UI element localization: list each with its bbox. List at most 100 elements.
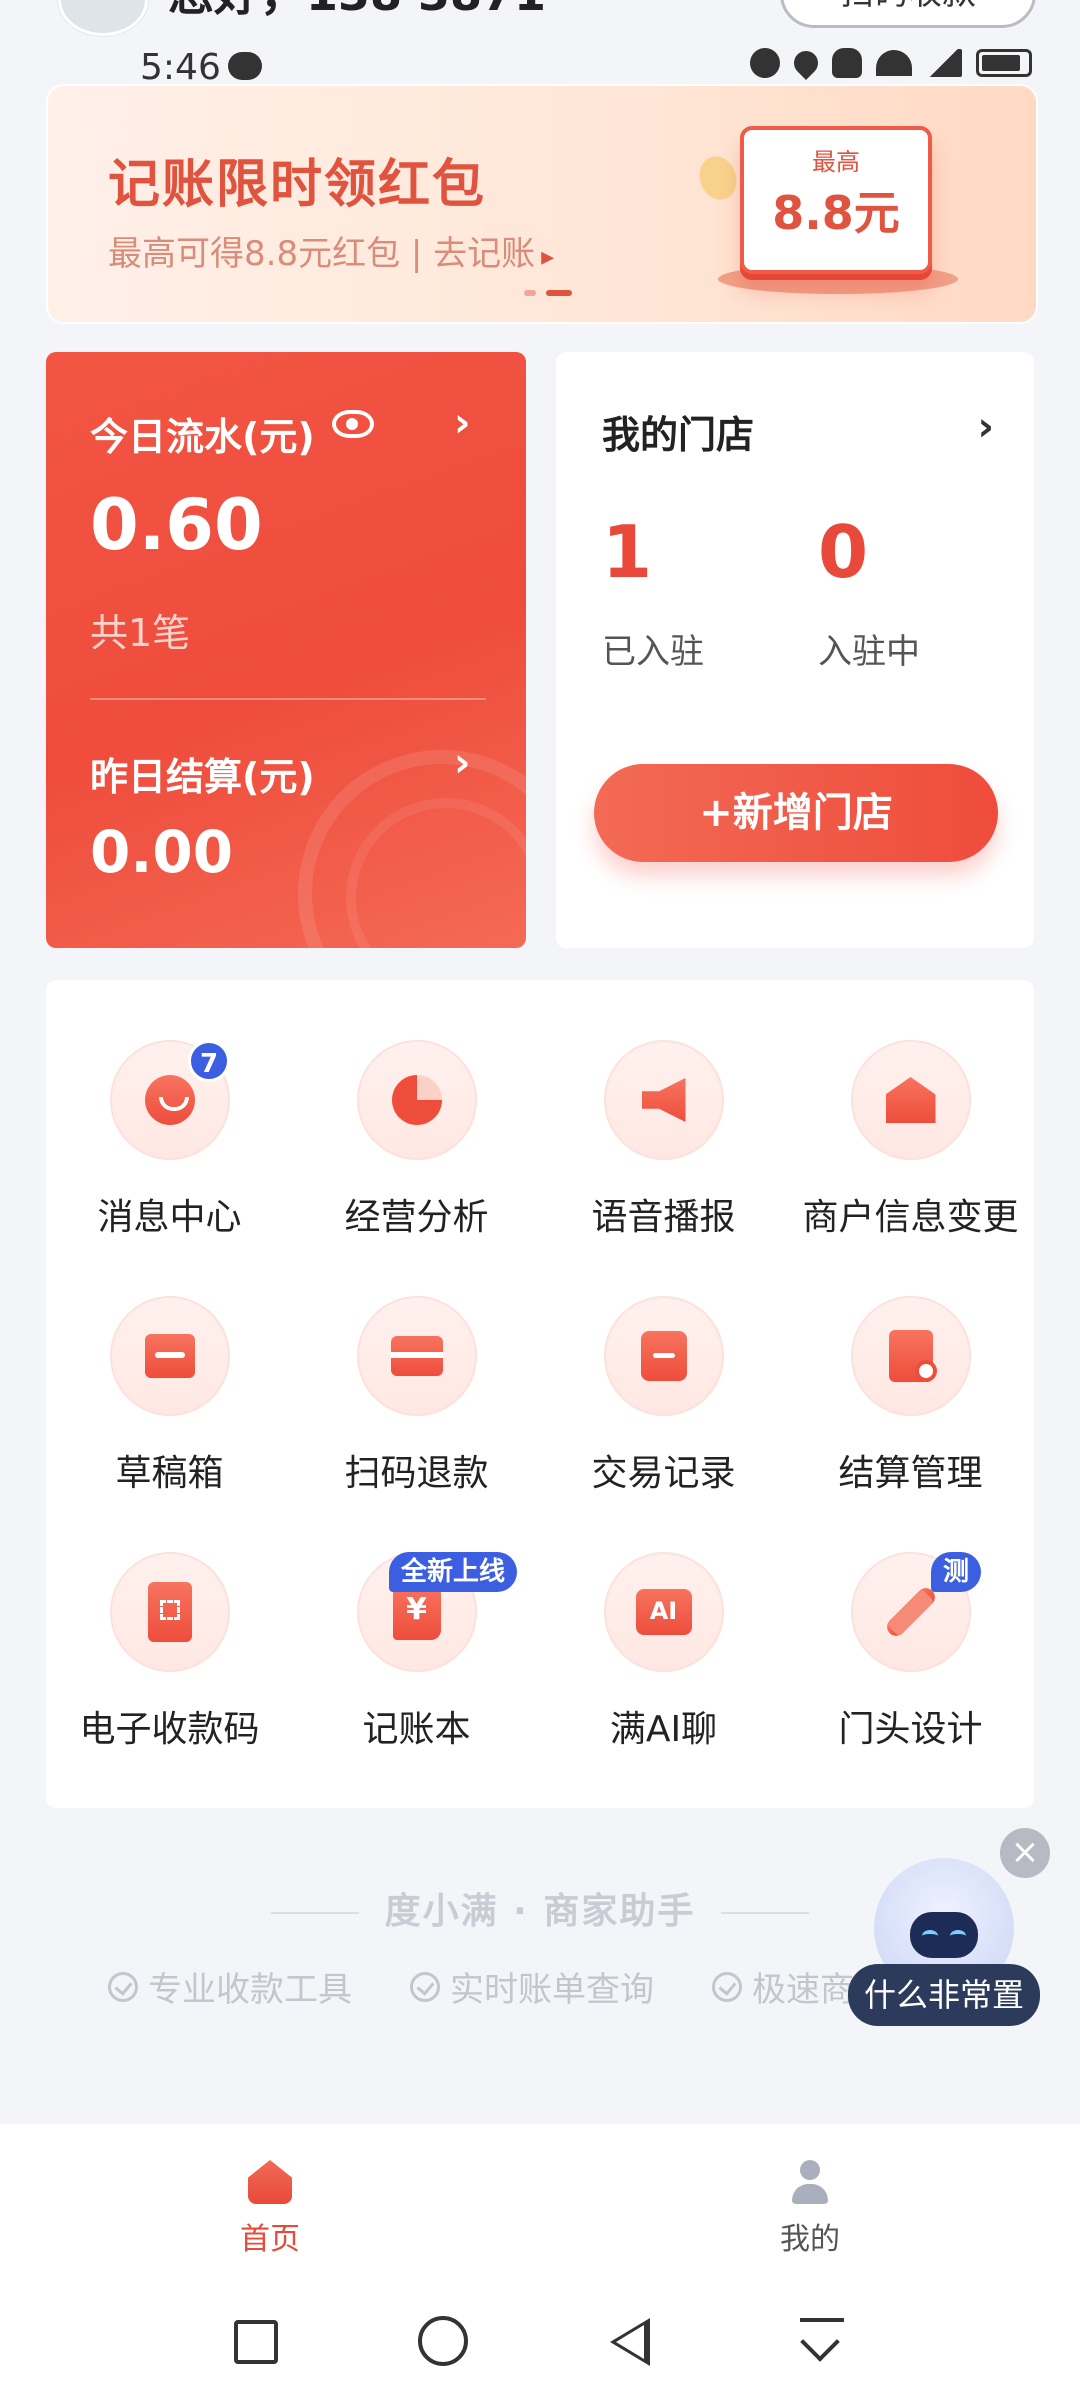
- mute-bell-icon: [832, 48, 862, 78]
- location-icon: [789, 46, 823, 80]
- qr-code-icon: [109, 1552, 230, 1672]
- alarm-icon: [750, 48, 780, 78]
- feature-label: 实时账单查询: [450, 1970, 654, 2010]
- brand-name: 度小满 · 商家助手: [384, 1891, 696, 1932]
- function-merchant-info-change[interactable]: 商户信息变更: [787, 1040, 1034, 1296]
- function-label: 语音播报: [591, 1197, 736, 1238]
- home-icon: [248, 2160, 292, 2204]
- function-voice-broadcast[interactable]: 语音播报: [540, 1040, 787, 1296]
- banner-dot: [524, 290, 536, 296]
- document-settings-icon: [850, 1296, 971, 1416]
- ai-chat-icon: [603, 1552, 724, 1672]
- function-grid-card: 7 消息中心 经营分析 语音播报 商户信息变更 草稿箱 扫码退款 交易记录 结算…: [46, 980, 1034, 1808]
- function-drafts[interactable]: 草稿箱: [46, 1296, 293, 1552]
- system-nav-bar: [0, 2284, 1080, 2400]
- today-transaction-count: 共1笔: [90, 611, 191, 655]
- scan-collect-button[interactable]: 扫码收款: [780, 0, 1036, 28]
- store-chevron-right-icon[interactable]: ›: [978, 404, 994, 450]
- function-label: 记账本: [362, 1709, 471, 1750]
- promo-banner[interactable]: 记账限时领红包 最高可得8.8元红包 | 去记账 ▸ 最高 8.8元: [46, 84, 1038, 324]
- yesterday-settlement-title: 昨日结算(元): [90, 755, 315, 799]
- back-triangle-icon[interactable]: [610, 2318, 650, 2366]
- tab-home-label: 首页: [240, 2222, 300, 2257]
- notification-pull-down-icon[interactable]: [800, 2318, 844, 2362]
- check-circle-icon: [108, 1971, 138, 2002]
- check-circle-icon: [410, 1971, 440, 2002]
- pie-chart-icon: [356, 1040, 477, 1160]
- beta-badge: 测: [931, 1552, 982, 1592]
- bottom-tab-bar: 首页 我的: [0, 2124, 1080, 2284]
- divider: [721, 1912, 810, 1914]
- feature-label: 专业收款工具: [148, 1970, 352, 2010]
- function-label: 结算管理: [838, 1453, 983, 1494]
- speaker-icon: [603, 1040, 724, 1160]
- today-revenue-amount: 0.60: [90, 484, 263, 566]
- add-store-button[interactable]: +新增门店: [594, 764, 998, 862]
- function-label: 交易记录: [591, 1453, 736, 1494]
- robot-face-icon: [910, 1912, 978, 1958]
- pending-store-label: 入驻中: [818, 632, 920, 672]
- greeting-text: 您好，138 3871: [168, 0, 546, 24]
- banner-pagination: [524, 290, 572, 296]
- yesterday-chevron-right-icon[interactable]: ›: [454, 740, 470, 786]
- function-message-center[interactable]: 7 消息中心: [46, 1040, 293, 1296]
- banner-subtitle[interactable]: 最高可得8.8元红包 | 去记账 ▸: [108, 226, 554, 275]
- battery-icon: [976, 49, 1032, 77]
- signal-icon: [926, 49, 962, 77]
- banner-title: 记账限时领红包: [108, 155, 487, 215]
- function-label: 商户信息变更: [802, 1197, 1019, 1238]
- function-label: 电子收款码: [79, 1709, 260, 1750]
- today-chevron-right-icon[interactable]: ›: [454, 400, 470, 446]
- function-storefront-design[interactable]: 测 门头设计: [787, 1552, 1034, 1808]
- function-ai-chat[interactable]: 满AI聊: [540, 1552, 787, 1808]
- banner-subtitle-text: 最高可得8.8元红包 | 去记账: [108, 234, 536, 274]
- banner-dot-active: [546, 290, 572, 296]
- function-label: 经营分析: [344, 1197, 489, 1238]
- function-transaction-records[interactable]: 交易记录: [540, 1296, 787, 1552]
- shop-icon: [850, 1040, 971, 1160]
- new-launch-badge: 全新上线: [389, 1552, 518, 1592]
- divider: [270, 1912, 359, 1914]
- function-label: 满AI聊: [609, 1709, 718, 1750]
- wifi-icon: [876, 50, 912, 76]
- coin-icon: [693, 151, 743, 205]
- function-e-payment-code[interactable]: 电子收款码: [46, 1552, 293, 1808]
- feature-item: 极速商: [712, 1962, 854, 2011]
- function-label: 门头设计: [838, 1709, 983, 1750]
- eye-icon[interactable]: [332, 410, 374, 438]
- assistant-bubble[interactable]: 什么非常置: [848, 1964, 1040, 2026]
- function-business-analysis[interactable]: 经营分析: [293, 1040, 540, 1296]
- calendar-icon: [603, 1296, 724, 1416]
- tab-mine-label: 我的: [780, 2222, 840, 2257]
- red-packet-top-label: 最高: [812, 148, 860, 176]
- function-scan-refund[interactable]: 扫码退款: [293, 1296, 540, 1552]
- status-icons: [750, 46, 1032, 80]
- red-packet-icon: 最高 8.8元: [740, 126, 932, 274]
- my-store-card[interactable]: 我的门店 › 1 已入驻 0 入驻中 +新增门店: [556, 352, 1034, 948]
- tab-mine[interactable]: 我的: [710, 2160, 910, 2258]
- home-circle-icon[interactable]: [418, 2316, 468, 2366]
- function-label: 消息中心: [97, 1197, 242, 1238]
- tab-home[interactable]: 首页: [170, 2160, 370, 2258]
- red-packet-amount: 8.8元: [772, 186, 900, 240]
- brand-features: 专业收款工具 实时账单查询 极速商: [108, 1962, 854, 2011]
- check-circle-icon: [712, 1971, 742, 2002]
- top-header: 您好，138 3871 扫码收款: [0, 0, 1080, 44]
- function-settlement-management[interactable]: 结算管理: [787, 1296, 1034, 1552]
- function-label: 扫码退款: [344, 1453, 489, 1494]
- revenue-card[interactable]: 今日流水(元) › 0.60 共1笔 昨日结算(元) › 0.00: [46, 352, 526, 948]
- yesterday-settlement-amount: 0.00: [90, 818, 234, 886]
- function-account-book[interactable]: 全新上线 记账本: [293, 1552, 540, 1808]
- function-grid: 7 消息中心 经营分析 语音播报 商户信息变更 草稿箱 扫码退款 交易记录 结算…: [46, 1040, 1034, 1808]
- chat-notification-icon: [228, 52, 262, 80]
- pending-store-count: 0: [818, 510, 869, 594]
- recent-apps-icon[interactable]: [234, 2320, 278, 2364]
- avatar[interactable]: [58, 0, 148, 36]
- feature-item: 实时账单查询: [410, 1962, 654, 2011]
- message-count-badge: 7: [188, 1040, 230, 1082]
- divider: [90, 698, 486, 700]
- store-title: 我的门店: [602, 413, 755, 457]
- feature-item: 专业收款工具: [108, 1962, 352, 2011]
- feature-label: 极速商: [752, 1970, 854, 2010]
- close-assistant-button[interactable]: ×: [1000, 1828, 1050, 1878]
